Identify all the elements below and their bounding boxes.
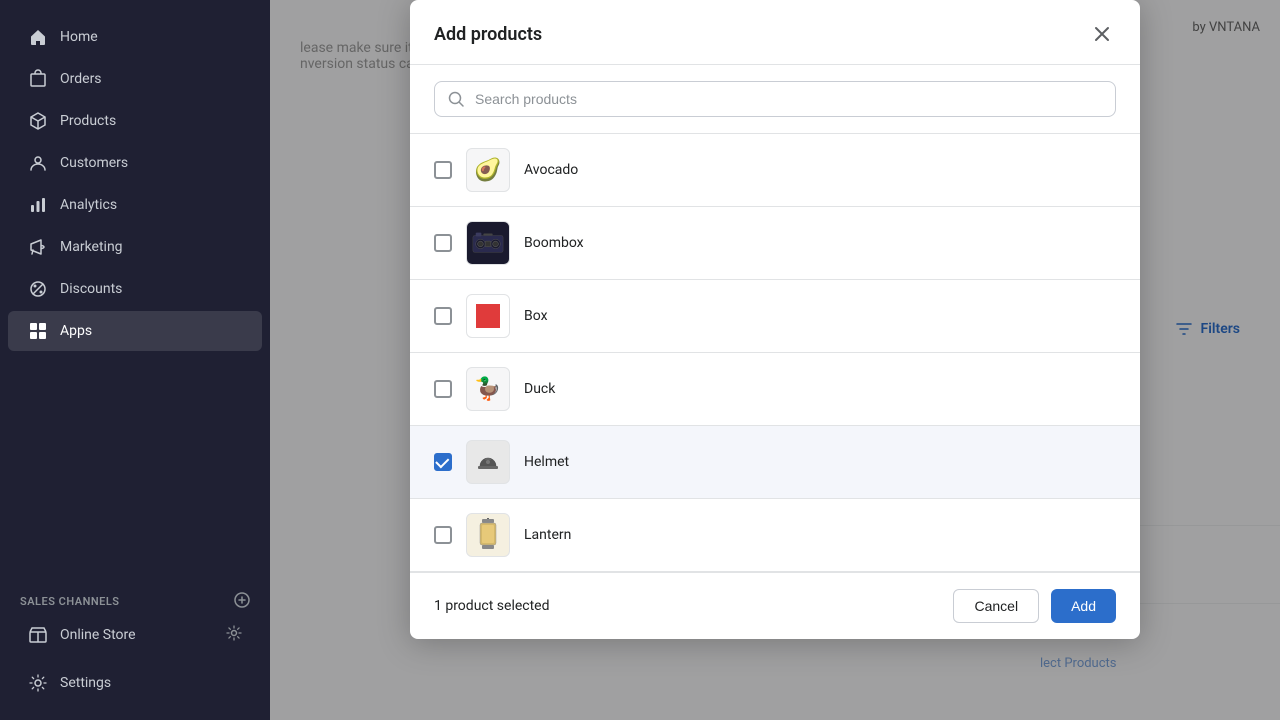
modal-close-button[interactable] bbox=[1088, 20, 1116, 48]
sidebar-item-label: Products bbox=[60, 113, 116, 129]
duck-thumbnail: 🦆 bbox=[466, 367, 510, 411]
sidebar-item-label: Home bbox=[60, 29, 98, 45]
duck-name: Duck bbox=[524, 381, 555, 397]
lantern-thumbnail bbox=[466, 513, 510, 557]
sidebar: Home Orders Products Customers Analytics… bbox=[0, 0, 270, 720]
boombox-thumbnail bbox=[466, 221, 510, 265]
apps-icon bbox=[28, 321, 48, 341]
sidebar-item-label: Analytics bbox=[60, 197, 117, 213]
search-input[interactable] bbox=[475, 91, 1103, 107]
main-content: by VNTANA lease make sure it has beennve… bbox=[270, 0, 1280, 720]
discounts-icon bbox=[28, 279, 48, 299]
sidebar-item-label: Apps bbox=[60, 323, 92, 339]
avocado-checkbox[interactable] bbox=[434, 161, 452, 179]
selected-count: 1 product selected bbox=[434, 598, 550, 614]
store-icon bbox=[28, 625, 48, 645]
helmet-checkbox[interactable] bbox=[434, 453, 452, 471]
avocado-thumbnail: 🥑 bbox=[466, 148, 510, 192]
close-icon bbox=[1092, 24, 1112, 44]
settings-gear-icon[interactable] bbox=[226, 625, 242, 645]
product-list: 🥑 Avocado bbox=[410, 134, 1140, 572]
sidebar-item-discounts[interactable]: Discounts bbox=[8, 269, 262, 309]
modal-footer: 1 product selected Cancel Add bbox=[410, 572, 1140, 639]
helmet-thumbnail bbox=[466, 440, 510, 484]
sidebar-item-home[interactable]: Home bbox=[8, 17, 262, 57]
footer-buttons: Cancel Add bbox=[953, 589, 1116, 623]
box-checkbox[interactable] bbox=[434, 307, 452, 325]
sidebar-item-marketing[interactable]: Marketing bbox=[8, 227, 262, 267]
sidebar-item-analytics[interactable]: Analytics bbox=[8, 185, 262, 225]
analytics-icon bbox=[28, 195, 48, 215]
search-icon bbox=[447, 90, 465, 108]
orders-icon bbox=[28, 69, 48, 89]
sidebar-item-apps[interactable]: Apps bbox=[8, 311, 262, 351]
add-sales-channel-icon[interactable] bbox=[234, 592, 250, 611]
sidebar-item-products[interactable]: Products bbox=[8, 101, 262, 141]
product-item-helmet[interactable]: Helmet bbox=[410, 426, 1140, 499]
products-icon bbox=[28, 111, 48, 131]
lantern-checkbox[interactable] bbox=[434, 526, 452, 544]
product-item-box[interactable]: Box bbox=[410, 280, 1140, 353]
modal: Add products bbox=[410, 0, 1140, 639]
sales-channels-section: SALES CHANNELS bbox=[0, 576, 270, 615]
add-button[interactable]: Add bbox=[1051, 589, 1116, 623]
cancel-button[interactable]: Cancel bbox=[953, 589, 1039, 623]
sidebar-item-label: Online Store bbox=[60, 627, 136, 643]
search-box bbox=[434, 81, 1116, 117]
sidebar-item-orders[interactable]: Orders bbox=[8, 59, 262, 99]
customers-icon bbox=[28, 153, 48, 173]
avocado-name: Avocado bbox=[524, 162, 578, 178]
modal-header: Add products bbox=[410, 0, 1140, 65]
modal-overlay: Add products bbox=[270, 0, 1280, 720]
box-name: Box bbox=[524, 308, 548, 324]
helmet-name: Helmet bbox=[524, 454, 569, 470]
product-item-boombox[interactable]: Boombox bbox=[410, 207, 1140, 280]
box-thumbnail bbox=[466, 294, 510, 338]
sidebar-item-label: Settings bbox=[60, 675, 111, 691]
sidebar-item-label: Orders bbox=[60, 71, 102, 87]
sidebar-item-settings[interactable]: Settings bbox=[8, 663, 262, 703]
marketing-icon bbox=[28, 237, 48, 257]
boombox-checkbox[interactable] bbox=[434, 234, 452, 252]
sidebar-item-label: Marketing bbox=[60, 239, 123, 255]
sidebar-item-label: Customers bbox=[60, 155, 128, 171]
duck-checkbox[interactable] bbox=[434, 380, 452, 398]
modal-search-area bbox=[410, 65, 1140, 134]
boombox-name: Boombox bbox=[524, 235, 584, 251]
sidebar-item-label: Discounts bbox=[60, 281, 122, 297]
lantern-name: Lantern bbox=[524, 527, 571, 543]
sidebar-item-customers[interactable]: Customers bbox=[8, 143, 262, 183]
sidebar-item-online-store[interactable]: Online Store bbox=[8, 616, 262, 654]
product-item-avocado[interactable]: 🥑 Avocado bbox=[410, 134, 1140, 207]
home-icon bbox=[28, 27, 48, 47]
product-item-duck[interactable]: 🦆 Duck bbox=[410, 353, 1140, 426]
product-item-lantern[interactable]: Lantern bbox=[410, 499, 1140, 572]
settings-icon bbox=[28, 673, 48, 693]
modal-title: Add products bbox=[434, 24, 542, 45]
